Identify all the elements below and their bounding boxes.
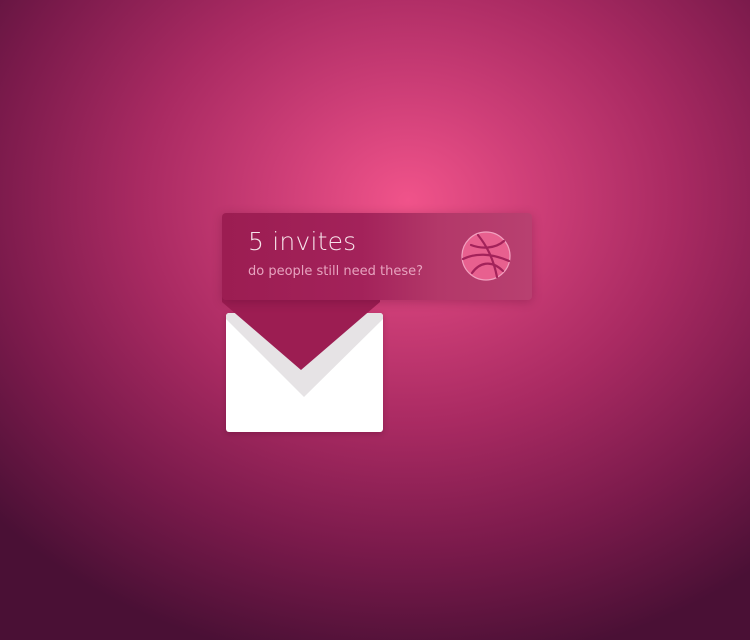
- dribbble-icon[interactable]: [461, 231, 511, 281]
- scene: 5 invites do people still need these?: [0, 0, 750, 640]
- notification-title: 5 invites: [248, 227, 357, 256]
- envelope-flap: [226, 313, 383, 397]
- notification-card[interactable]: 5 invites do people still need these?: [222, 213, 532, 300]
- notification-subtitle: do people still need these?: [248, 264, 423, 279]
- envelope-icon[interactable]: [226, 313, 383, 432]
